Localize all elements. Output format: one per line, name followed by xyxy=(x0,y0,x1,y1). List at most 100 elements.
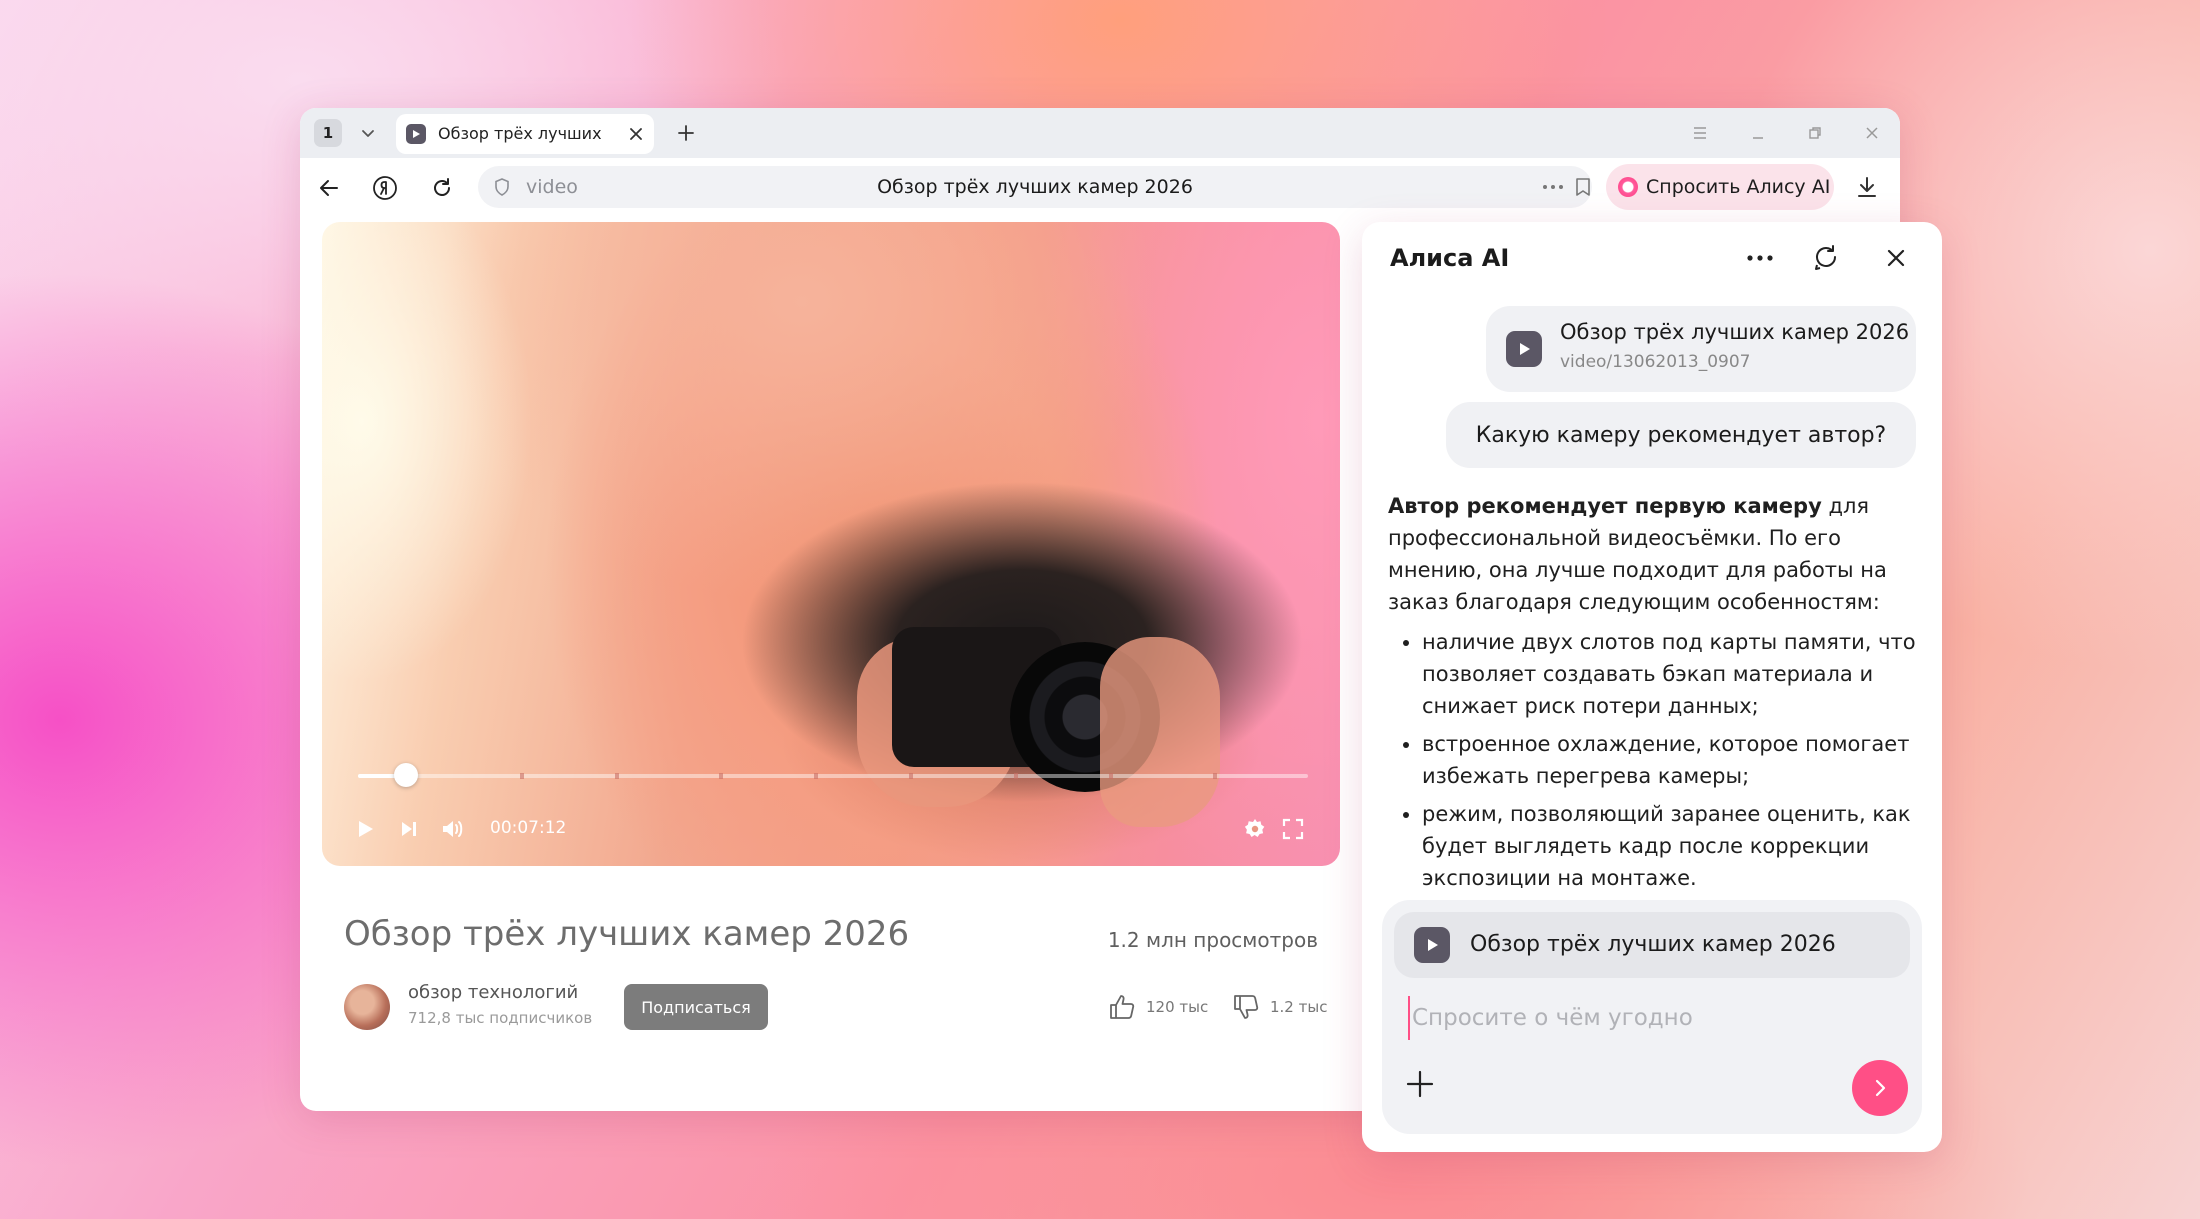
more-icon xyxy=(1747,255,1773,261)
tab-active[interactable]: Обзор трёх лучших xyxy=(396,114,654,154)
context-video-card[interactable]: Обзор трёх лучших камер 2026 video/13062… xyxy=(1486,306,1916,392)
attached-video-chip[interactable]: Обзор трёх лучших камер 2026 xyxy=(1394,912,1910,978)
next-button[interactable] xyxy=(394,814,424,844)
address-page-title: Обзор трёх лучших камер 2026 xyxy=(877,176,1193,198)
dislike-button[interactable]: 1.2 тыс xyxy=(1232,992,1327,1022)
minimize-icon xyxy=(1753,137,1763,139)
yandex-button[interactable] xyxy=(370,173,400,203)
tab-list-button[interactable] xyxy=(354,119,382,147)
play-icon xyxy=(1414,927,1450,963)
download-icon xyxy=(1858,177,1876,197)
fullscreen-button[interactable] xyxy=(1278,814,1308,844)
tab-title: Обзор трёх лучших xyxy=(438,124,602,143)
plus-icon xyxy=(1406,1070,1434,1098)
context-card-url: video/13062013_0907 xyxy=(1560,352,1751,372)
minimize-button[interactable] xyxy=(1746,121,1770,145)
restore-button[interactable] xyxy=(1803,121,1827,145)
answer-highlight: Автор рекомендует первую камеру xyxy=(1388,494,1822,518)
context-card-title: Обзор трёх лучших камер 2026 xyxy=(1560,320,1910,344)
answer-bullet: режим, позволяющий заранее оценить, как … xyxy=(1422,798,1924,894)
fullscreen-icon xyxy=(1282,818,1304,840)
play-icon xyxy=(359,821,373,837)
play-icon xyxy=(406,124,426,144)
browser-menu-button[interactable] xyxy=(1688,121,1712,145)
tab-bar: 1 Обзор трёх лучших xyxy=(300,108,1900,158)
video-chapter-mark xyxy=(1213,773,1217,779)
chat-composer: Обзор трёх лучших камер 2026 xyxy=(1382,900,1922,1134)
alice-panel: Алиса AI Обзор трёх лучших камер 2026 vi… xyxy=(1362,222,1942,1152)
answer-paragraph: Автор рекомендует первую камеру для проф… xyxy=(1388,490,1924,618)
video-chapter-mark xyxy=(519,773,524,779)
ask-alice-label: Спросить Алису AI xyxy=(1646,176,1831,198)
channel-name[interactable]: обзор технологий xyxy=(408,982,578,1003)
settings-button[interactable] xyxy=(1240,814,1270,844)
send-icon xyxy=(1875,1079,1886,1097)
yandex-icon xyxy=(373,176,397,200)
tab-close-button[interactable] xyxy=(624,122,648,146)
new-chat-button[interactable] xyxy=(1808,240,1844,276)
menu-icon xyxy=(1694,127,1706,139)
tab-counter[interactable]: 1 xyxy=(314,119,342,147)
close-window-button[interactable] xyxy=(1860,121,1884,145)
chat-input[interactable] xyxy=(1408,996,1904,1040)
thumbs-down-icon xyxy=(1234,995,1259,1019)
video-chapter-mark xyxy=(1013,773,1018,779)
video-chapter-mark xyxy=(719,773,723,779)
ask-alice-button[interactable]: Спросить Алису AI xyxy=(1606,164,1834,210)
reload-icon xyxy=(434,178,450,196)
send-button[interactable] xyxy=(1852,1060,1908,1116)
dislike-count: 1.2 тыс xyxy=(1270,998,1328,1016)
user-message: Какую камеру рекомендует автор? xyxy=(1446,402,1916,468)
back-button[interactable] xyxy=(314,173,344,203)
volume-icon xyxy=(443,821,463,837)
assistant-answer: Автор рекомендует первую камеру для проф… xyxy=(1388,490,1924,900)
video-chapter-mark xyxy=(1108,773,1113,779)
plus-icon xyxy=(678,125,694,141)
alice-panel-title: Алиса AI xyxy=(1390,244,1510,272)
video-time: 00:07:12 xyxy=(490,818,567,838)
close-icon xyxy=(1887,249,1905,267)
settings-icon xyxy=(1244,819,1265,837)
download-button[interactable] xyxy=(1852,172,1882,202)
attached-video-title: Обзор трёх лучших камер 2026 xyxy=(1470,932,1836,957)
close-icon xyxy=(1866,127,1878,139)
video-chapter-mark xyxy=(814,773,818,779)
alice-more-button[interactable] xyxy=(1742,240,1778,276)
video-chapter-mark xyxy=(909,773,913,779)
bookmark-icon xyxy=(1576,178,1590,196)
play-button[interactable] xyxy=(350,814,380,844)
channel-avatar[interactable] xyxy=(344,984,390,1030)
attach-button[interactable] xyxy=(1402,1066,1438,1102)
like-button[interactable]: 120 тыс xyxy=(1108,992,1208,1022)
address-bar[interactable]: video Обзор трёх лучших камер 2026 xyxy=(478,166,1592,208)
video-player[interactable]: 00:07:12 xyxy=(322,222,1340,866)
restore-icon xyxy=(1809,127,1821,139)
back-arrow-icon xyxy=(320,180,338,196)
chat-refresh-icon xyxy=(1815,245,1836,270)
close-icon xyxy=(630,128,642,140)
answer-bullet: встроенное охлаждение, которое помогает … xyxy=(1422,728,1924,792)
reload-button[interactable] xyxy=(427,173,457,203)
volume-button[interactable] xyxy=(438,814,468,844)
subscribe-button[interactable]: Подписаться xyxy=(624,984,768,1030)
chevron-down-icon xyxy=(362,130,374,137)
next-icon xyxy=(402,822,416,836)
alice-close-button[interactable] xyxy=(1878,240,1914,276)
video-progress-handle[interactable] xyxy=(393,763,418,787)
video-chapter-mark xyxy=(614,773,619,779)
answer-bullet: наличие двух слотов под карты памяти, чт… xyxy=(1422,626,1924,722)
channel-subscribers: 712,8 тыс подписчиков xyxy=(408,1009,593,1027)
video-views: 1.2 млн просмотров xyxy=(1107,928,1318,952)
play-icon xyxy=(1506,331,1542,367)
answer-list: наличие двух слотов под карты памяти, чт… xyxy=(1388,626,1924,894)
address-more-button[interactable] xyxy=(1541,176,1565,198)
like-count: 120 тыс xyxy=(1146,998,1209,1016)
video-progress-bar[interactable] xyxy=(358,763,1308,787)
video-title: Обзор трёх лучших камер 2026 xyxy=(344,914,910,954)
new-tab-button[interactable] xyxy=(672,119,700,147)
thumbs-up-icon xyxy=(1110,995,1135,1019)
toolbar: video Обзор трёх лучших камер 2026 Спрос… xyxy=(300,158,1900,216)
video-frame-detail xyxy=(1100,637,1220,827)
more-icon xyxy=(1543,185,1563,189)
bookmark-button[interactable] xyxy=(1572,176,1594,198)
